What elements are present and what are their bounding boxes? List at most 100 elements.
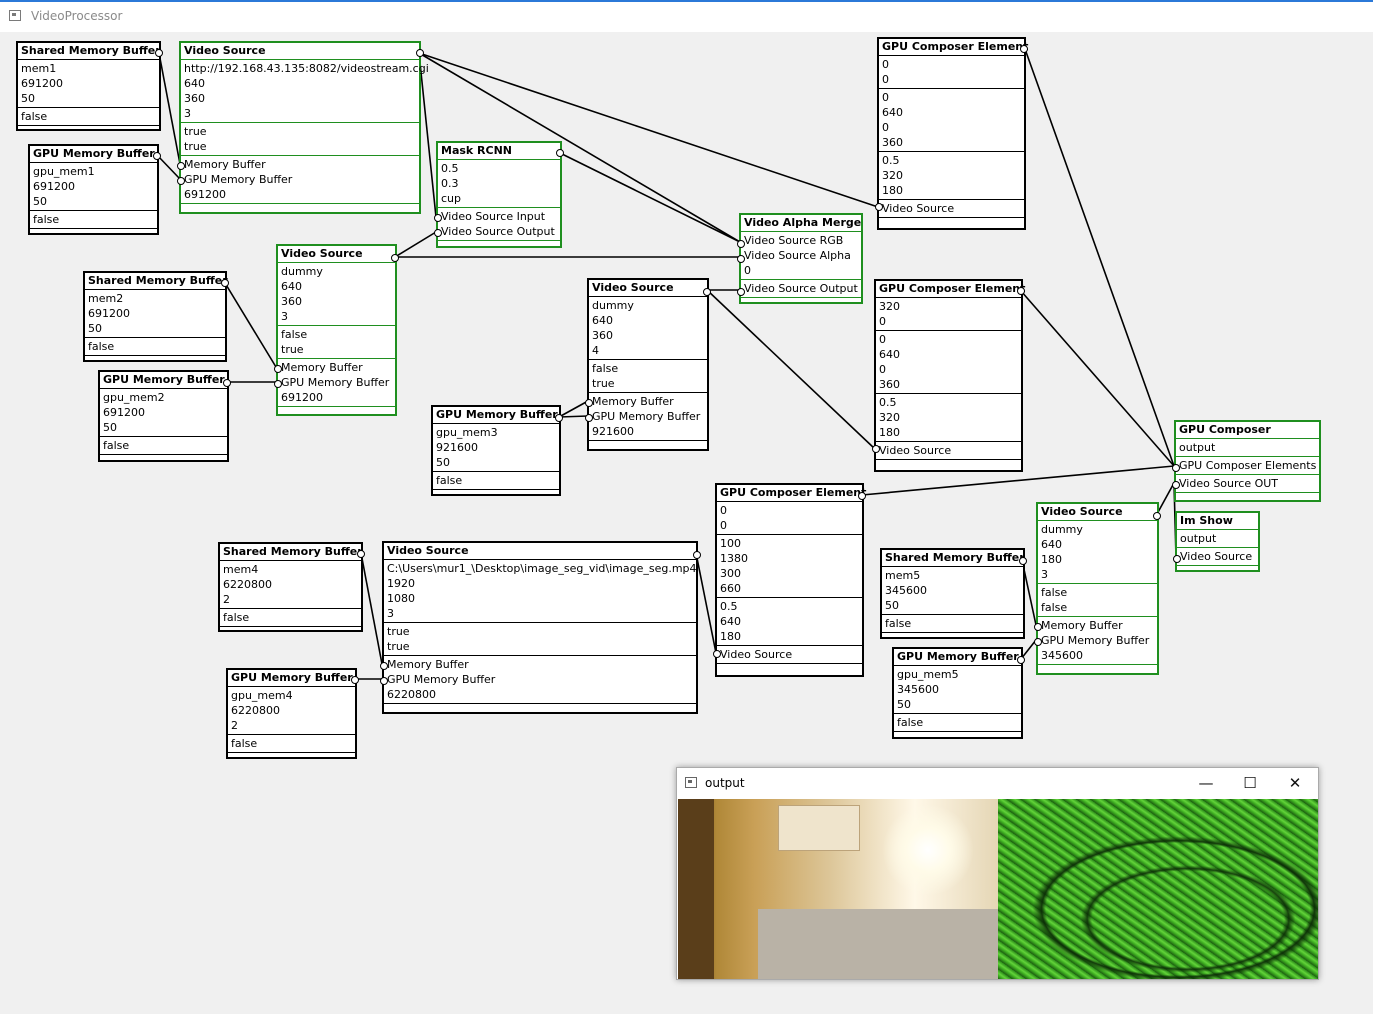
output-port[interactable] bbox=[416, 49, 424, 57]
input-port-video-source-output[interactable] bbox=[737, 288, 745, 296]
element-value: 660 bbox=[720, 582, 741, 595]
node-im-show[interactable]: Im Show output Video Source bbox=[1173, 511, 1260, 572]
input-port-gpu-memory-buffer[interactable] bbox=[274, 380, 282, 388]
node-title: Im Show bbox=[1177, 513, 1258, 530]
element-value: 320 bbox=[879, 411, 900, 424]
node-video-alpha-merge[interactable]: Video Alpha Merge Video Source RGB Video … bbox=[737, 213, 863, 304]
node-gpu-memory-buffer-gpu-mem5[interactable]: GPU Memory Buffer gpu_mem5 345600 50 false bbox=[892, 647, 1025, 739]
node-gpu-memory-buffer-gpu-mem2[interactable]: GPU Memory Buffer gpu_mem2 691200 50 false bbox=[98, 370, 231, 462]
input-port-video-source-alpha[interactable] bbox=[737, 255, 745, 263]
output-port[interactable] bbox=[351, 676, 359, 684]
output-port[interactable] bbox=[555, 414, 563, 422]
node-gpu-memory-buffer-gpu-mem4[interactable]: GPU Memory Buffer gpu_mem4 6220800 2 false bbox=[226, 668, 359, 759]
output-window[interactable]: output — ☐ ✕ bbox=[676, 767, 1319, 980]
input-port-gpu-memory-buffer[interactable] bbox=[177, 177, 185, 185]
input-port-memory-buffer[interactable] bbox=[585, 399, 593, 407]
input-port-memory-buffer[interactable] bbox=[1034, 623, 1042, 631]
output-port[interactable] bbox=[221, 279, 229, 287]
rcnn-class: cup bbox=[441, 192, 462, 205]
input-port-video-source-out[interactable] bbox=[1172, 481, 1180, 489]
wire bbox=[559, 152, 741, 243]
node-shared-memory-buffer-mem4[interactable]: Shared Memory Buffer mem4 6220800 2 false bbox=[218, 542, 365, 632]
wire bbox=[1020, 290, 1175, 467]
node-gpu-composer-element-2[interactable]: GPU Composer Element 320 0 0 640 0 360 0.5 32… bbox=[872, 279, 1025, 472]
output-port[interactable] bbox=[1017, 656, 1025, 664]
input-port-gpu-memory-buffer[interactable] bbox=[585, 414, 593, 422]
input-port-video-source[interactable] bbox=[1173, 555, 1181, 563]
minimize-button[interactable]: — bbox=[1194, 772, 1218, 794]
output-port[interactable] bbox=[155, 49, 163, 57]
port-label-gpu-memory-buffer: GPU Memory Buffer bbox=[184, 173, 293, 186]
node-gpu-memory-buffer-gpu-mem1[interactable]: GPU Memory Buffer gpu_mem1 691200 50 false bbox=[28, 144, 161, 235]
rcnn-threshold-1: 0.5 bbox=[441, 162, 459, 175]
source-path: dummy bbox=[281, 265, 323, 278]
source-width: 640 bbox=[592, 314, 613, 327]
input-port-video-source[interactable] bbox=[713, 650, 721, 658]
node-mask-rcnn[interactable]: Mask RCNN 0.5 0.3 cup Video Source Input Vi… bbox=[434, 141, 564, 248]
buffer-size: 6220800 bbox=[223, 578, 272, 591]
output-port[interactable] bbox=[703, 288, 711, 296]
buffer-flag: false bbox=[897, 716, 924, 729]
buffer-name: mem1 bbox=[21, 62, 57, 75]
output-port[interactable] bbox=[1019, 557, 1027, 565]
close-button[interactable]: ✕ bbox=[1283, 772, 1307, 794]
element-value: 1380 bbox=[720, 552, 748, 565]
imshow-output: output bbox=[1180, 532, 1217, 545]
source-height: 1080 bbox=[387, 592, 415, 605]
maximize-button[interactable]: ☐ bbox=[1238, 772, 1262, 794]
node-gpu-composer[interactable]: GPU Composer output GPU Composer Element… bbox=[1172, 420, 1321, 502]
node-title: Shared Memory Buffer bbox=[220, 544, 363, 561]
node-shared-memory-buffer-mem5[interactable]: Shared Memory Buffer mem5 345600 50 false bbox=[880, 548, 1027, 639]
output-port[interactable] bbox=[1153, 512, 1161, 520]
source-width: 640 bbox=[1041, 538, 1062, 551]
port-label-memory-buffer: Memory Buffer bbox=[387, 658, 469, 671]
node-video-source-dummy-2[interactable]: Video Source dummy 640 360 4 false true Memo… bbox=[585, 278, 711, 451]
output-port[interactable] bbox=[1017, 287, 1025, 295]
source-flag-2: true bbox=[387, 640, 410, 653]
output-port[interactable] bbox=[223, 379, 231, 387]
output-port[interactable] bbox=[357, 550, 365, 558]
element-value: 0 bbox=[879, 363, 886, 376]
node-video-source-dummy-3[interactable]: Video Source dummy 640 180 3 false false Mem… bbox=[1034, 502, 1161, 675]
source-flag-2: true bbox=[184, 140, 207, 153]
output-port[interactable] bbox=[858, 492, 866, 500]
input-port-gpu-memory-buffer[interactable] bbox=[380, 677, 388, 685]
output-port[interactable] bbox=[153, 152, 161, 160]
node-gpu-composer-element-1[interactable]: GPU Composer Element 0 0 0 640 0 360 0.5 320 1… bbox=[875, 37, 1028, 230]
frame-cabinet bbox=[778, 805, 860, 851]
output-port[interactable] bbox=[556, 149, 564, 157]
node-video-source-stream[interactable]: Video Source http://192.168.43.135:8082/… bbox=[177, 41, 429, 214]
output-port[interactable] bbox=[1020, 45, 1028, 53]
input-port-memory-buffer[interactable] bbox=[274, 365, 282, 373]
wire bbox=[695, 552, 717, 654]
input-port-gpu-memory-buffer[interactable] bbox=[1034, 638, 1042, 646]
input-port-video-source-input[interactable] bbox=[434, 214, 442, 222]
app-title: VideoProcessor bbox=[31, 9, 123, 23]
buffer-size: 345600 bbox=[897, 683, 939, 696]
output-port[interactable] bbox=[391, 254, 399, 262]
port-label-video-source: Video Source bbox=[882, 202, 955, 215]
element-value: 300 bbox=[720, 567, 741, 580]
input-port-memory-buffer[interactable] bbox=[380, 662, 388, 670]
frame-light-glow bbox=[883, 805, 973, 895]
input-port-gpu-composer-elements[interactable] bbox=[1172, 464, 1180, 472]
node-gpu-composer-element-3[interactable]: GPU Composer Element 0 0 100 1380 300 660 0.… bbox=[713, 483, 866, 677]
port-label-gpu-memory-buffer: GPU Memory Buffer bbox=[1041, 634, 1150, 647]
node-shared-memory-buffer-mem2[interactable]: Shared Memory Buffer mem2 691200 50 false bbox=[83, 271, 229, 362]
source-path: dummy bbox=[592, 299, 634, 312]
element-value: 0 bbox=[882, 58, 889, 71]
source-height: 360 bbox=[281, 295, 302, 308]
wire bbox=[418, 52, 437, 218]
input-port-video-source-rgb[interactable] bbox=[737, 240, 745, 248]
node-gpu-memory-buffer-gpu-mem3[interactable]: GPU Memory Buffer gpu_mem3 921600 50 false bbox=[431, 405, 563, 496]
element-value: 0.5 bbox=[720, 600, 738, 613]
input-port-video-source[interactable] bbox=[875, 203, 883, 211]
input-port-video-source[interactable] bbox=[872, 445, 880, 453]
node-shared-memory-buffer-mem1[interactable]: Shared Memory Buffer mem1 691200 50 false bbox=[16, 41, 163, 131]
input-port-video-source-output[interactable] bbox=[434, 229, 442, 237]
node-video-source-dummy-1[interactable]: Video Source dummy 640 360 3 false true Memo… bbox=[274, 244, 399, 416]
node-video-source-file[interactable]: Video Source C:\Users\mur1_\Desktop\imag… bbox=[380, 541, 701, 714]
input-port-memory-buffer[interactable] bbox=[177, 162, 185, 170]
output-port[interactable] bbox=[693, 551, 701, 559]
node-title: Shared Memory Buffer bbox=[85, 273, 228, 290]
